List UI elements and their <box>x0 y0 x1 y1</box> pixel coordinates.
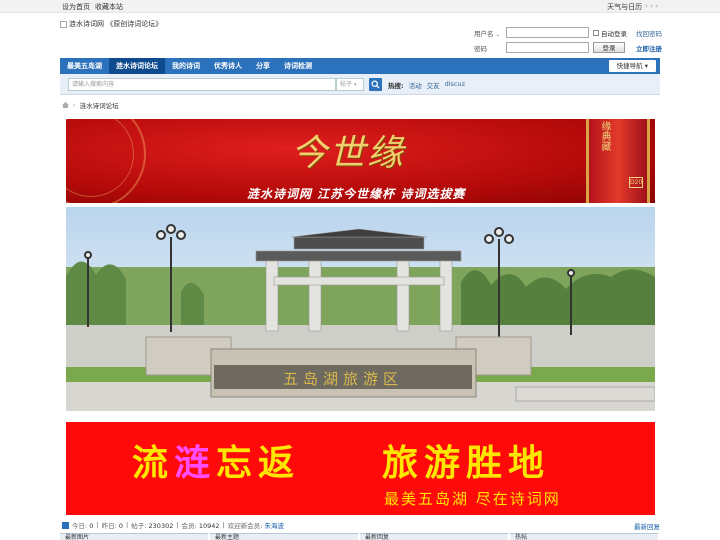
stat-welcome: 欢迎新会员: 朱海波 <box>227 522 285 530</box>
hot-search-label: 热搜: <box>388 82 404 90</box>
jar-code: D20 <box>629 177 643 188</box>
nav-item-poets[interactable]: 优秀诗人 <box>207 58 249 74</box>
stat-posts: 帖子: 230302 <box>131 522 174 530</box>
hot-link-discuz[interactable]: discuz <box>445 80 465 90</box>
hot-link-friends[interactable]: 交友 <box>427 80 440 90</box>
search-input[interactable]: 请输入搜索内容 <box>68 78 336 91</box>
liquor-jar-image: 缘典藏 D20 <box>586 119 650 203</box>
hot-link-activity[interactable]: 活动 <box>409 80 422 90</box>
newest-reply-link[interactable]: 最新回复 <box>634 521 660 531</box>
broken-image-icon <box>60 20 67 28</box>
username-input[interactable] <box>506 27 589 38</box>
username-label: 用户名 ⌄ <box>474 29 500 38</box>
column-latest-replies[interactable]: 最新回复 <box>360 533 508 540</box>
latest-columns: 最新图片 最新主题 最新回复 热帖 <box>60 533 660 540</box>
jar-label: 缘典藏 <box>599 121 610 151</box>
register-link[interactable]: 立即注册 <box>636 43 662 53</box>
remember-me-checkbox[interactable]: 自动登录 <box>593 28 627 38</box>
home-icon[interactable] <box>62 102 69 108</box>
login-form: 用户名 ⌄ 自动登录 找回密码 密码 登录 立即注册 <box>474 26 664 56</box>
nav-item-poem-check[interactable]: 诗词检测 <box>277 58 319 74</box>
banner-subtitle: 涟水诗词网 江苏今世缘杯 诗词选拔赛 <box>247 187 466 201</box>
password-input[interactable] <box>506 42 589 53</box>
nav-item-my-poems[interactable]: 我的诗词 <box>165 58 207 74</box>
chevron-down-icon: ▾ <box>644 62 648 70</box>
jinshiyuan-banner[interactable]: 今世缘 涟水诗词网 江苏今世缘杯 诗词选拔赛 缘典藏 D20 <box>66 119 655 203</box>
top-bar-right: 天气与日历 › ‹ › <box>607 2 658 12</box>
banner2-slogan-left: 流涟忘返 <box>132 443 301 484</box>
column-hot-threads[interactable]: 热帖 <box>510 533 658 540</box>
breadcrumb-separator: › <box>73 101 76 109</box>
set-homepage-link[interactable]: 设为首页 <box>62 2 90 12</box>
column-latest-topics[interactable]: 最新主题 <box>210 533 358 540</box>
banner-calligraphy: 今世缘 <box>291 133 406 174</box>
banner2-slogan-right: 旅游胜地 <box>382 443 551 484</box>
weather-calendar-link[interactable]: 天气与日历 <box>607 2 642 12</box>
login-button[interactable]: 登录 <box>593 42 625 53</box>
stats-icon <box>62 521 69 529</box>
column-latest-images[interactable]: 最新图片 <box>60 533 208 540</box>
nav-item-forum[interactable]: 涟水诗词论坛 <box>109 58 165 74</box>
nav-item-wudaohu[interactable]: 最美五岛湖 <box>60 58 109 74</box>
search-icon <box>371 80 380 89</box>
forum-stats: 今日: 0 | 昨日: 0 | 帖子: 230302 | 会员: 10942 |… <box>62 520 660 531</box>
top-bar: 设为首页 收藏本站 天气与日历 › ‹ › <box>0 0 720 13</box>
hot-search: 热搜: 活动 交友 discuz <box>388 80 465 90</box>
stat-yesterday: 昨日: 0 <box>101 522 124 530</box>
breadcrumb: › 涟水诗词论坛 <box>62 100 119 110</box>
breadcrumb-current[interactable]: 涟水诗词论坛 <box>80 100 119 110</box>
stat-members: 会员: 10942 <box>181 522 220 530</box>
quick-nav-button[interactable]: 快捷导航 ▾ <box>608 60 656 72</box>
main-nav: 最美五岛湖 涟水诗词论坛 我的诗词 优秀诗人 分享 诗词检测 快捷导航 ▾ <box>60 58 660 74</box>
park-gate-photo: 五岛湖旅游区 <box>66 224 655 411</box>
search-button[interactable] <box>369 78 382 91</box>
remember-me-label: 自动登录 <box>601 29 627 38</box>
bookmark-site-link[interactable]: 收藏本站 <box>95 2 123 12</box>
wudaohu-photo[interactable]: 五岛湖旅游区 <box>66 207 655 411</box>
site-logo[interactable]: 涟水诗词网 《原创诗词论坛》 <box>60 19 162 29</box>
nav-item-share[interactable]: 分享 <box>249 58 277 74</box>
stat-today: 今日: 0 <box>72 522 94 530</box>
newest-member-link[interactable]: 朱海波 <box>265 522 285 530</box>
top-bar-arrows[interactable]: › ‹ › <box>645 2 658 12</box>
tourism-banner[interactable]: 流涟忘返 旅游胜地 最美五岛湖 尽在诗词网 <box>66 422 655 515</box>
logo-alt-text: 涟水诗词网 《原创诗词论坛》 <box>69 20 163 28</box>
search-scope-select[interactable]: 帖子 ▾ <box>336 78 364 91</box>
banner2-subline: 最美五岛湖 尽在诗词网 <box>384 490 561 508</box>
monument-text: 五岛湖旅游区 <box>283 370 403 388</box>
top-bar-left-links: 设为首页 收藏本站 <box>62 2 123 12</box>
forgot-password-link[interactable]: 找回密码 <box>636 28 662 38</box>
search-bar: 请输入搜索内容 帖子 ▾ 热搜: 活动 交友 discuz <box>60 74 660 95</box>
password-label: 密码 <box>474 44 487 53</box>
checkbox-icon <box>593 29 599 36</box>
